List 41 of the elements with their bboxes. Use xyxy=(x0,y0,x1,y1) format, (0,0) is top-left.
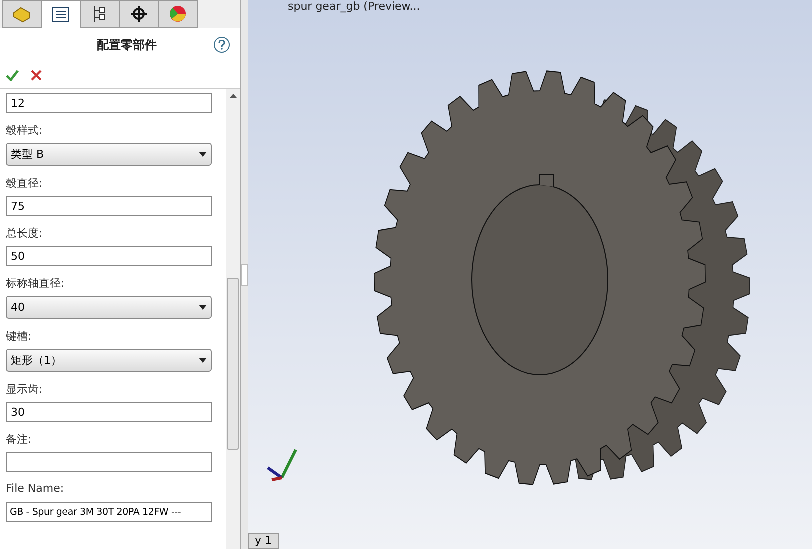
part-icon xyxy=(12,5,32,23)
dropdown-arrow-icon xyxy=(199,152,207,157)
scrollbar-thumb[interactable] xyxy=(227,278,239,450)
close-icon xyxy=(31,70,42,80)
field-label: 备注: xyxy=(6,432,33,446)
text-field[interactable]: 75 xyxy=(6,196,212,216)
panel-tab[interactable] xyxy=(80,0,120,28)
splitter-handle[interactable] xyxy=(241,264,248,286)
field-label: File Name: xyxy=(6,482,66,496)
text-field[interactable]: 30 xyxy=(6,402,212,422)
field-label: 显示齿: xyxy=(6,382,44,396)
help-button[interactable] xyxy=(214,37,230,53)
dropdown-arrow-icon xyxy=(199,305,207,310)
dropdown-arrow-icon xyxy=(199,358,207,363)
document-title: spur gear_gb (Preview... xyxy=(288,0,420,13)
ok-button[interactable] xyxy=(6,70,19,80)
panel-title: 配置零部件 xyxy=(96,36,158,54)
color-ball-icon xyxy=(169,5,187,23)
checkmark-icon xyxy=(6,70,19,80)
panel-tab[interactable] xyxy=(119,0,159,28)
question-mark-icon xyxy=(218,40,226,50)
text-field[interactable] xyxy=(6,452,212,472)
tree-icon xyxy=(93,5,107,23)
field-label: 总长度: xyxy=(6,226,44,240)
field-label: 标称轴直径: xyxy=(6,276,66,290)
field-label: 毂直径: xyxy=(6,176,44,190)
cancel-button[interactable] xyxy=(31,70,42,80)
text-field[interactable]: 50 xyxy=(6,246,212,266)
field-label: 毂样式: xyxy=(6,123,44,137)
file-name-field[interactable]: GB - Spur gear 3M 30T 20PA 12FW --- xyxy=(6,502,212,522)
panel-tab[interactable] xyxy=(41,0,81,28)
crosshair-icon xyxy=(130,5,148,23)
scroll-up-icon xyxy=(230,94,236,98)
field-label: 键槽: xyxy=(6,329,33,343)
scrollbar[interactable] xyxy=(226,89,240,549)
sheet-tab[interactable]: y 1 xyxy=(248,533,280,549)
dropdown[interactable]: 矩形（1） xyxy=(6,349,212,372)
dropdown[interactable]: 40 xyxy=(6,296,212,319)
text-field[interactable]: 12 xyxy=(6,93,212,113)
dropdown[interactable]: 类型 B xyxy=(6,143,212,166)
list-icon xyxy=(52,6,70,22)
